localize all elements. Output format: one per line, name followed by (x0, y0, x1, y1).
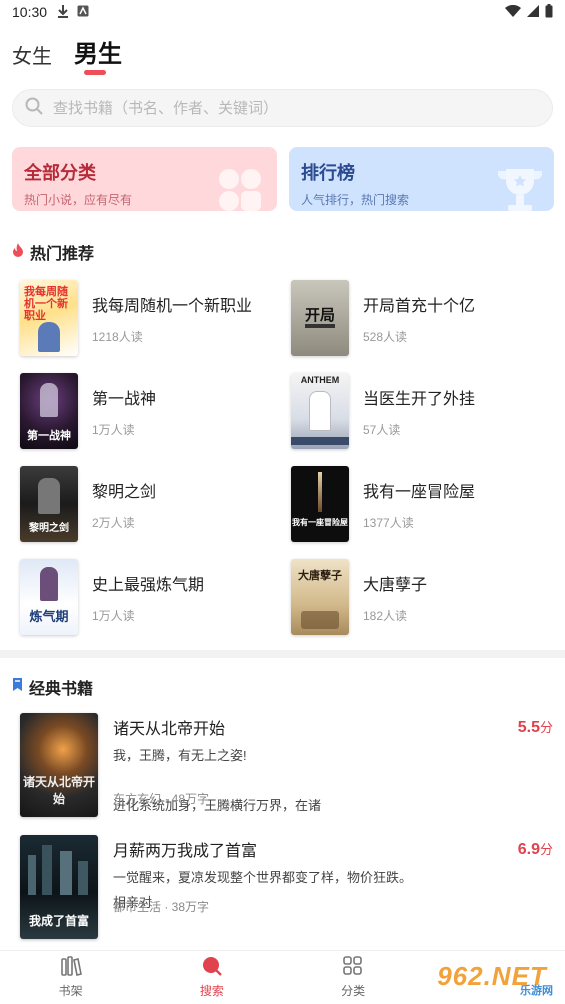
hot-book-item[interactable]: ANTHEM 当医生开了外挂 57人读 (291, 372, 551, 450)
nav-category-label: 分类 (341, 984, 366, 998)
classic-book-item[interactable]: 我成了首富 月薪两万我成了首富 6.9分 一觉醒来，夏凉发现整个世界都变了样，物… (20, 835, 555, 939)
classic-book-item[interactable]: 诸天从北帝开始 诸天从北帝开始 5.5分 我，王腾，有无上之姿! 进化系统加身，… (20, 713, 555, 817)
book-title: 黎明之剑 (92, 483, 157, 501)
book-cover: 我每周随机一个新职业 (20, 280, 78, 356)
cover-text: 大唐孽子 (298, 569, 342, 582)
cover-text: 开局 (304, 306, 335, 324)
hot-book-item[interactable]: 炼气期 史上最强炼气期 1万人读 (20, 558, 280, 636)
grid-icon (342, 956, 364, 979)
book-title: 我每周随机一个新职业 (92, 297, 253, 315)
cover-text: 我成了首富 (28, 914, 89, 928)
download-icon (57, 4, 69, 21)
nav-bookshelf[interactable]: 书架 (0, 951, 141, 1004)
battery-icon (545, 3, 553, 21)
cover-text: 第一战神 (27, 430, 71, 442)
hot-section-title: 热门推荐 (30, 246, 95, 263)
classic-section-header: 经典书籍 (12, 675, 93, 699)
book-cover: 第一战神 (20, 373, 78, 449)
book-cover: 我成了首富 (20, 835, 98, 939)
hot-book-item[interactable]: 黎明之剑 黎明之剑 2万人读 (20, 465, 280, 543)
status-time: 10:30 (12, 4, 48, 20)
section-divider (0, 650, 565, 658)
gender-tabs: 女生 男生 (12, 34, 122, 69)
classic-section-title: 经典书籍 (29, 681, 94, 698)
book-title: 史上最强炼气期 (92, 576, 205, 594)
tab-male[interactable]: 男生 (74, 34, 122, 69)
cover-text: 诸天从北帝开始 (22, 775, 95, 806)
book-title: 大唐孽子 (363, 576, 428, 594)
active-tab-indicator (84, 70, 106, 75)
book-cover: 黎明之剑 (20, 466, 78, 542)
read-count: 182人读 (363, 608, 408, 623)
all-categories-card[interactable]: 全部分类 热门小说，应有尽有 (12, 147, 277, 211)
search-icon (25, 97, 43, 120)
book-cover: ANTHEM (291, 373, 349, 449)
trophy-icon (492, 165, 548, 211)
book-meta: 东方玄幻 · 48万字 (113, 792, 210, 806)
book-title: 第一战神 (92, 390, 157, 408)
status-bar: 10:30 (0, 0, 565, 24)
book-title: 我有一座冒险屋 (363, 483, 476, 501)
nav-category[interactable]: 分类 (283, 951, 424, 1004)
cover-text: 炼气期 (29, 609, 69, 624)
signal-icon (527, 4, 539, 20)
search-bar[interactable] (12, 89, 553, 127)
wifi-icon (505, 4, 521, 20)
book-title: 月薪两万我成了首富 (113, 843, 258, 860)
book-cover: 开局 (291, 280, 349, 356)
book-title: 当医生开了外挂 (363, 390, 476, 408)
hot-book-item[interactable]: 我有一座冒险屋 我有一座冒险屋 1377人读 (291, 465, 551, 543)
read-count: 1万人读 (92, 608, 135, 623)
bookmark-icon (12, 678, 23, 696)
cover-text: 我每周随机一个新职业 (24, 286, 68, 322)
cover-text: 黎明之剑 (29, 523, 69, 534)
watermark-subtext: 乐游网 (520, 985, 553, 997)
app-notification-icon (77, 5, 89, 20)
hot-section-header: 热门推荐 (12, 240, 94, 264)
flame-icon (12, 242, 24, 262)
read-count: 1377人读 (363, 515, 414, 530)
read-count: 57人读 (363, 422, 401, 437)
hot-book-item[interactable]: 开局 开局首充十个亿 528人读 (291, 279, 551, 357)
tab-female[interactable]: 女生 (12, 40, 52, 69)
nav-search[interactable]: 搜索 (141, 951, 282, 1004)
read-count: 1万人读 (92, 422, 135, 437)
site-watermark-logo: 962.NET 乐游网 (423, 952, 561, 1000)
read-count: 1218人读 (92, 329, 143, 344)
book-title: 开局首充十个亿 (363, 297, 476, 315)
hot-book-item[interactable]: 我每周随机一个新职业 我每周随机一个新职业 1218人读 (20, 279, 280, 357)
categories-deco-icon (215, 165, 271, 211)
book-score: 6.9分 (517, 841, 553, 858)
ranking-card[interactable]: 排行榜 人气排行，热门搜索 (289, 147, 554, 211)
nav-search-label: 搜索 (199, 984, 224, 998)
hot-book-item[interactable]: 大唐孽子 大唐孽子 182人读 (291, 558, 551, 636)
book-cover: 诸天从北帝开始 (20, 713, 98, 817)
book-cover: 炼气期 (20, 559, 78, 635)
read-count: 528人读 (363, 329, 408, 344)
bookshelf-icon (60, 956, 82, 979)
cover-text: ANTHEM (300, 375, 340, 385)
cover-text: 我有一座冒险屋 (292, 518, 348, 527)
search-input[interactable] (53, 99, 513, 117)
book-score: 5.5分 (517, 719, 553, 736)
book-title: 诸天从北帝开始 (113, 721, 226, 738)
book-cover: 大唐孽子 (291, 559, 349, 635)
nav-bookshelf-label: 书架 (58, 984, 83, 998)
search-icon (201, 956, 223, 979)
hot-book-item[interactable]: 第一战神 第一战神 1万人读 (20, 372, 280, 450)
book-meta: 都市生活 · 38万字 (113, 900, 210, 914)
book-cover: 我有一座冒险屋 (291, 466, 349, 542)
read-count: 2万人读 (92, 515, 135, 530)
